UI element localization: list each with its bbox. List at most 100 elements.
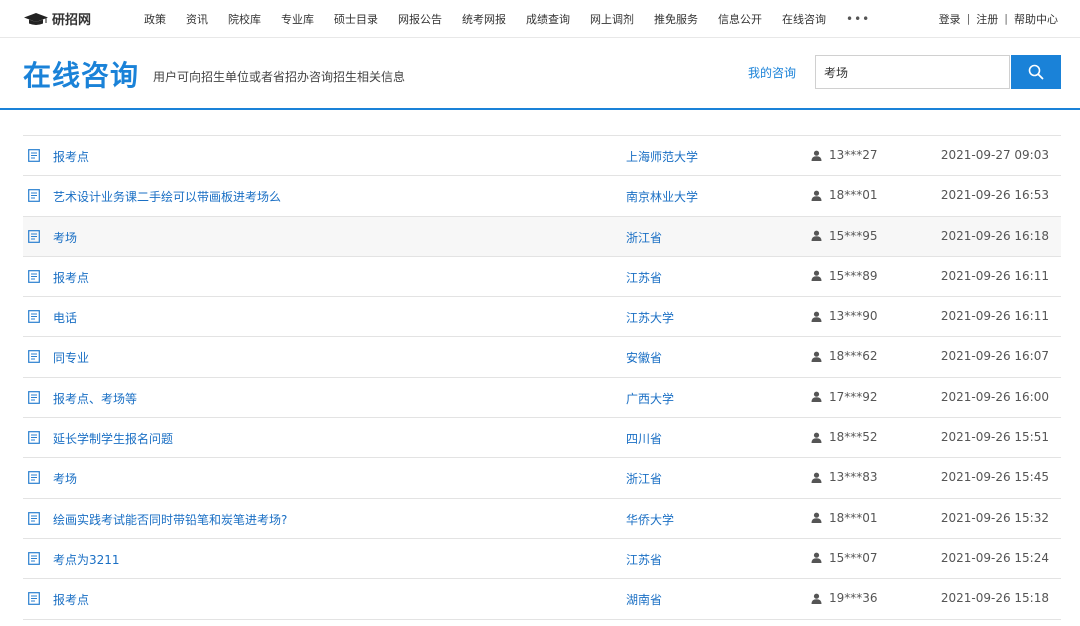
question-link[interactable]: 报考点、考场等 (53, 390, 137, 407)
user-id-text: 18***62 (829, 349, 878, 364)
nav-more-icon[interactable]: ••• (846, 12, 870, 26)
site-logo[interactable]: 研招网 (23, 9, 124, 28)
timestamp: 2021-09-26 16:18 (940, 228, 1049, 243)
institution-link[interactable]: 浙江省 (626, 229, 662, 246)
document-icon (28, 592, 40, 606)
user-id: 18***52 (811, 430, 878, 444)
document-icon (28, 390, 40, 404)
nav-item-schools[interactable]: 院校库 (228, 11, 261, 27)
nav-item-online-consult[interactable]: 在线咨询 (782, 11, 826, 27)
register-link[interactable]: 注册 (976, 11, 998, 27)
institution-link[interactable]: 江苏省 (626, 551, 662, 568)
list-item: 延长学制学生报名问题 四川省 18***52 2021-09-26 15:51 (23, 418, 1061, 459)
user-icon (811, 311, 822, 322)
timestamp: 2021-09-26 16:00 (940, 389, 1049, 404)
user-id: 15***89 (811, 269, 878, 283)
user-id: 15***95 (811, 229, 878, 243)
nav-item-score-query[interactable]: 成绩查询 (526, 11, 570, 27)
question-link[interactable]: 考场 (53, 229, 77, 246)
document-icon (28, 269, 40, 283)
my-consultation-link[interactable]: 我的咨询 (748, 64, 796, 81)
nav-item-policy[interactable]: 政策 (144, 11, 166, 27)
timestamp: 2021-09-26 15:51 (940, 430, 1049, 445)
document-icon (28, 552, 40, 565)
user-icon (811, 351, 822, 362)
timestamp: 2021-09-26 15:32 (940, 510, 1049, 525)
user-id-text: 15***89 (829, 268, 878, 283)
question-link[interactable]: 延长学制学生报名问题 (53, 430, 173, 447)
nav-item-recommendation[interactable]: 推免服务 (654, 11, 698, 27)
institution-link[interactable]: 江苏省 (626, 269, 662, 286)
nav-item-majors[interactable]: 专业库 (281, 11, 314, 27)
user-icon (811, 472, 822, 483)
user-id-text: 15***95 (829, 228, 878, 243)
page-title: 在线咨询 (23, 59, 140, 92)
question-link[interactable]: 绘画实践考试能否同时带铅笔和炭笔进考场? (53, 511, 287, 528)
user-id-text: 15***07 (829, 550, 878, 565)
user-id: 13***27 (811, 148, 878, 162)
question-link[interactable]: 电话 (53, 309, 77, 326)
timestamp: 2021-09-27 09:03 (940, 148, 1049, 162)
user-id-text: 13***83 (829, 470, 878, 485)
timestamp: 2021-09-26 16:11 (940, 309, 1049, 324)
question-link[interactable]: 报考点 (53, 269, 89, 286)
institution-link[interactable]: 广西大学 (626, 390, 674, 407)
timestamp: 2021-09-26 15:45 (940, 470, 1049, 485)
user-icon (811, 593, 822, 604)
separator: | (966, 12, 971, 25)
document-icon (28, 471, 40, 485)
user-id-text: 17***92 (829, 389, 878, 404)
user-id-text: 18***01 (829, 188, 878, 203)
nav-item-registration-notice[interactable]: 网报公告 (398, 11, 442, 27)
user-id-text: 18***01 (829, 510, 878, 525)
login-link[interactable]: 登录 (939, 11, 961, 27)
nav-item-online-registration[interactable]: 统考网报 (462, 11, 506, 27)
page-subtitle: 用户可向招生单位或者省招办咨询招生相关信息 (153, 70, 406, 84)
help-center-link[interactable]: 帮助中心 (1014, 11, 1058, 27)
institution-link[interactable]: 江苏大学 (626, 309, 674, 326)
user-id: 13***90 (811, 309, 878, 323)
nav-item-info-disclosure[interactable]: 信息公开 (718, 11, 762, 27)
institution-link[interactable]: 安徽省 (626, 349, 662, 366)
nav-item-adjustment[interactable]: 网上调剂 (590, 11, 634, 27)
list-item: 报考点、考场等 广西大学 17***92 2021-09-26 16:00 (23, 378, 1061, 419)
question-link[interactable]: 艺术设计业务课二手绘可以带画板进考场么 (53, 188, 281, 205)
user-icon (811, 391, 822, 403)
question-link[interactable]: 报考点 (53, 148, 89, 165)
nav-item-master-catalog[interactable]: 硕士目录 (334, 11, 378, 27)
list-item: 艺术设计业务课二手绘可以带画板进考场么 南京林业大学 18***01 2021-… (23, 176, 1061, 217)
user-icon (811, 270, 822, 282)
search-input[interactable] (815, 55, 1010, 89)
document-icon (28, 149, 40, 162)
user-id-text: 18***52 (829, 430, 878, 445)
timestamp: 2021-09-26 16:11 (940, 268, 1049, 283)
institution-link[interactable]: 湖南省 (626, 591, 662, 608)
document-icon (28, 189, 40, 203)
user-id-text: 13***90 (829, 309, 878, 324)
document-icon (28, 431, 40, 444)
user-id: 15***07 (811, 551, 878, 565)
timestamp: 2021-09-26 15:18 (940, 591, 1049, 606)
institution-link[interactable]: 华侨大学 (626, 511, 674, 528)
question-link[interactable]: 报考点 (53, 591, 89, 608)
question-link[interactable]: 考点为3211 (53, 551, 120, 568)
list-item: 报考点 江苏省 15***89 2021-09-26 16:11 (23, 257, 1061, 298)
institution-link[interactable]: 上海师范大学 (626, 148, 698, 165)
institution-link[interactable]: 四川省 (626, 430, 662, 447)
list-item: 电话 江苏大学 13***90 2021-09-26 16:11 (23, 297, 1061, 338)
institution-link[interactable]: 浙江省 (626, 470, 662, 487)
search-button[interactable] (1011, 55, 1061, 89)
user-icon (811, 553, 822, 564)
question-link[interactable]: 同专业 (53, 349, 89, 366)
user-id: 19***36 (811, 591, 878, 605)
document-icon (28, 229, 40, 243)
main-nav: 政策 资讯 院校库 专业库 硕士目录 网报公告 统考网报 成绩查询 网上调剂 推… (124, 11, 870, 27)
question-link[interactable]: 考场 (53, 470, 77, 487)
timestamp: 2021-09-26 15:24 (940, 550, 1049, 565)
list-item: 考点为3211 江苏省 15***07 2021-09-26 15:24 (23, 539, 1061, 580)
institution-link[interactable]: 南京林业大学 (626, 188, 698, 205)
user-icon (811, 190, 822, 201)
top-navigation-bar: 研招网 政策 资讯 院校库 专业库 硕士目录 网报公告 统考网报 成绩查询 网上… (0, 0, 1080, 37)
user-id-text: 19***36 (829, 591, 878, 606)
nav-item-news[interactable]: 资讯 (186, 11, 208, 27)
